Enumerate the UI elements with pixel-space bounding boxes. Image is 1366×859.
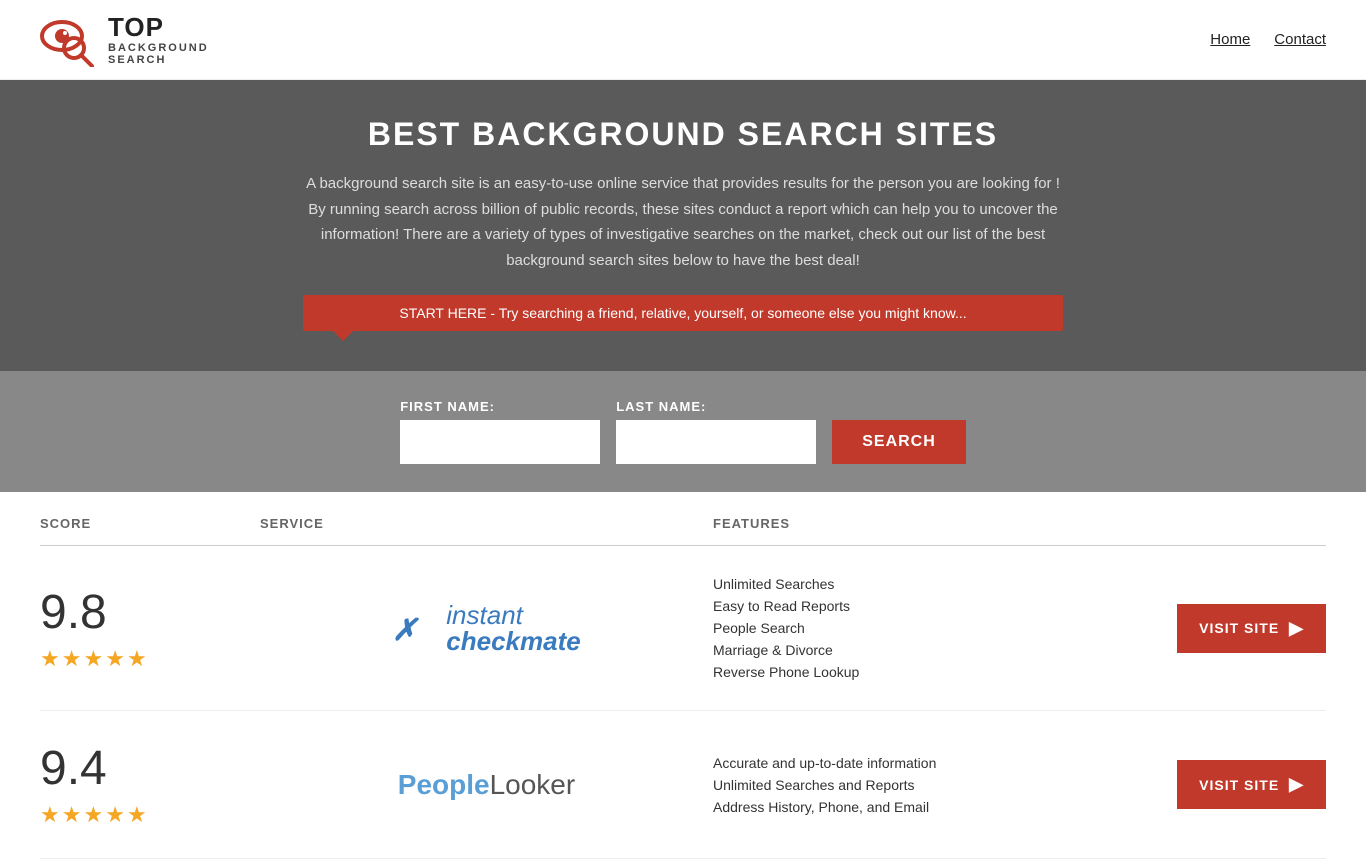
- star-2: ★: [62, 646, 82, 672]
- logo-sub-text: BACKGROUNDSEARCH: [108, 42, 209, 66]
- people-text: People: [398, 769, 490, 800]
- site-header: TOP BACKGROUNDSEARCH Home Contact: [0, 0, 1366, 80]
- col-action: [1166, 516, 1326, 531]
- features-cell-1: Unlimited Searches Easy to Read Reports …: [713, 576, 1166, 680]
- score-cell-2: 9.4 ★ ★ ★ ★ ★: [40, 741, 260, 828]
- table-row: 9.8 ★ ★ ★ ★ ★ ✗ instant checkmate: [40, 546, 1326, 711]
- logo-area: TOP BACKGROUNDSEARCH: [40, 12, 209, 67]
- score-number-2: 9.4: [40, 741, 107, 796]
- last-name-label: LAST NAME:: [616, 399, 816, 414]
- logo-top-text: TOP: [108, 13, 209, 42]
- service-cell-1: ✗ instant checkmate: [260, 602, 713, 654]
- nav-home[interactable]: Home: [1210, 31, 1250, 48]
- checkmate-instant: instant: [446, 602, 580, 628]
- last-name-group: LAST NAME:: [616, 399, 816, 464]
- service-cell-2: PeopleLooker: [260, 769, 713, 801]
- last-name-input[interactable]: [616, 420, 816, 464]
- star2-5: ★: [127, 802, 147, 828]
- feature-1-1: Unlimited Searches: [713, 576, 1166, 592]
- feature-2-3: Address History, Phone, and Email: [713, 799, 1166, 815]
- main-nav: Home Contact: [1210, 31, 1326, 48]
- search-section: FIRST NAME: LAST NAME: SEARCH: [0, 371, 1366, 492]
- visit-label-2: VISIT SITE: [1199, 777, 1279, 793]
- logo-icon: [40, 12, 100, 67]
- visit-cell-2: VISIT SITE ▶: [1166, 760, 1326, 809]
- score-number-1: 9.8: [40, 585, 107, 640]
- hero-title: BEST BACKGROUND SEARCH SITES: [20, 116, 1346, 153]
- svg-text:✗: ✗: [392, 614, 419, 646]
- star-3: ★: [83, 646, 103, 672]
- feature-1-4: Marriage & Divorce: [713, 642, 1166, 658]
- nav-contact[interactable]: Contact: [1274, 31, 1326, 48]
- feature-1-3: People Search: [713, 620, 1166, 636]
- star-5: ★: [127, 646, 147, 672]
- star2-1: ★: [40, 802, 60, 828]
- hero-section: BEST BACKGROUND SEARCH SITES A backgroun…: [0, 80, 1366, 371]
- table-row: 9.4 ★ ★ ★ ★ ★ PeopleLooker Accurate and …: [40, 711, 1326, 859]
- feature-2-2: Unlimited Searches and Reports: [713, 777, 1166, 793]
- visit-button-1[interactable]: VISIT SITE ▶: [1177, 604, 1326, 653]
- logo-text: TOP BACKGROUNDSEARCH: [108, 13, 209, 66]
- checkmate-check: checkmate: [446, 628, 580, 654]
- visit-cell-1: VISIT SITE ▶: [1166, 604, 1326, 653]
- visit-arrow-1: ▶: [1289, 618, 1304, 639]
- looker-text: Looker: [490, 769, 576, 800]
- star2-3: ★: [83, 802, 103, 828]
- star-1: ★: [40, 646, 60, 672]
- score-cell-1: 9.8 ★ ★ ★ ★ ★: [40, 585, 260, 672]
- visit-label-1: VISIT SITE: [1199, 620, 1279, 636]
- hero-banner: START HERE - Try searching a friend, rel…: [303, 295, 1063, 331]
- features-cell-2: Accurate and up-to-date information Unli…: [713, 755, 1166, 815]
- checkmate-logo-icon: ✗: [392, 610, 442, 646]
- feature-1-2: Easy to Read Reports: [713, 598, 1166, 614]
- col-score: SCORE: [40, 516, 260, 531]
- feature-1-5: Reverse Phone Lookup: [713, 664, 1166, 680]
- feature-2-1: Accurate and up-to-date information: [713, 755, 1166, 771]
- checkmate-text-area: instant checkmate: [446, 602, 580, 654]
- banner-text: START HERE - Try searching a friend, rel…: [399, 305, 966, 321]
- stars-1: ★ ★ ★ ★ ★: [40, 646, 147, 672]
- col-service: SERVICE: [260, 516, 713, 531]
- peoplelooker-logo: PeopleLooker: [398, 769, 575, 801]
- search-form: FIRST NAME: LAST NAME: SEARCH: [20, 399, 1346, 464]
- star2-4: ★: [105, 802, 125, 828]
- first-name-label: FIRST NAME:: [400, 399, 600, 414]
- col-features: FEATURES: [713, 516, 1166, 531]
- first-name-group: FIRST NAME:: [400, 399, 600, 464]
- visit-arrow-2: ▶: [1289, 774, 1304, 795]
- search-button[interactable]: SEARCH: [832, 420, 966, 464]
- star-4: ★: [105, 646, 125, 672]
- stars-2: ★ ★ ★ ★ ★: [40, 802, 147, 828]
- first-name-input[interactable]: [400, 420, 600, 464]
- star2-2: ★: [62, 802, 82, 828]
- checkmate-logo: ✗ instant checkmate: [392, 602, 580, 654]
- table-header: SCORE SERVICE FEATURES: [40, 502, 1326, 546]
- visit-button-2[interactable]: VISIT SITE ▶: [1177, 760, 1326, 809]
- hero-description: A background search site is an easy-to-u…: [303, 171, 1063, 273]
- results-section: SCORE SERVICE FEATURES 9.8 ★ ★ ★ ★ ★ ✗: [0, 502, 1366, 859]
